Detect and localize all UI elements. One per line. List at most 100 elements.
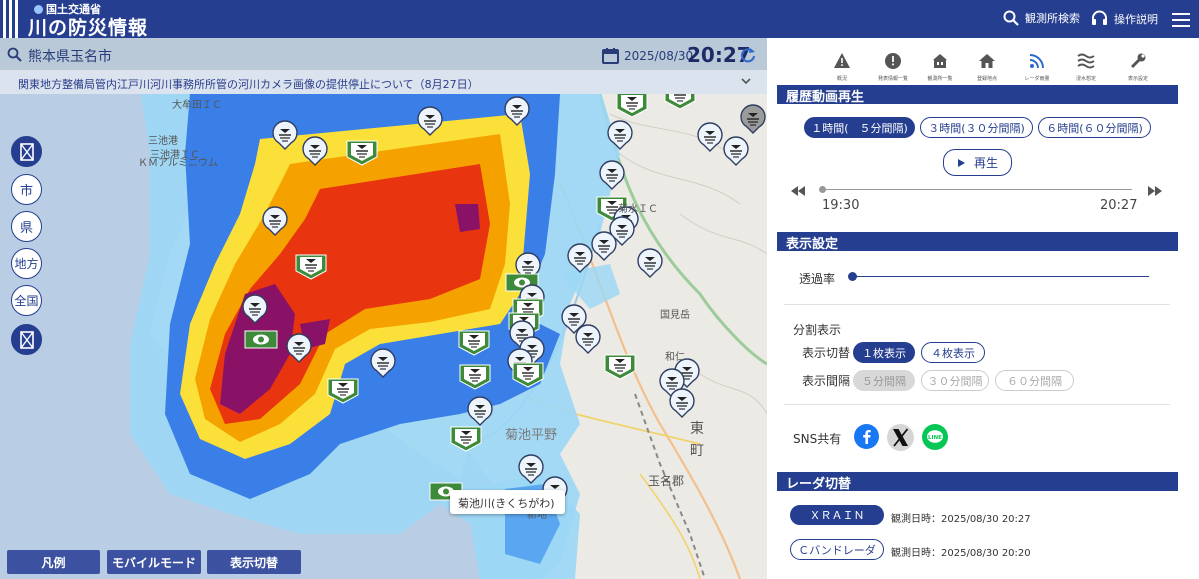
toolbar-label: 観測所一覧 <box>927 76 953 82</box>
place-label: 菊池平野 <box>505 428 558 443</box>
display-interval-label: 表示間隔 <box>802 374 851 388</box>
toolbar-flood-button[interactable]: 浸水想定 <box>1066 52 1106 82</box>
close-layer-button[interactable] <box>11 136 42 167</box>
toolbar-registered-button[interactable]: 登録地点 <box>967 52 1007 82</box>
interval-30min-button[interactable]: ３０分間隔 <box>921 370 989 391</box>
cband-observation-time: 観測日時：2025/08/30 20:20 <box>891 548 1031 559</box>
map-canvas[interactable] <box>0 94 767 579</box>
close-icon <box>19 142 34 161</box>
display-section-title: 表示設定 <box>777 232 1178 252</box>
menu-icon[interactable] <box>1172 13 1190 27</box>
location-text[interactable]: 熊本県玉名市 <box>28 46 112 66</box>
toolbar-warning-button[interactable]: 概況 <box>822 52 862 82</box>
flood-icon <box>1077 53 1095 69</box>
rewind-icon[interactable] <box>791 186 805 196</box>
history-section-title: 履歴動画再生 <box>777 85 1178 105</box>
toolbar-radar-button[interactable]: レーダ雨量 <box>1017 52 1057 82</box>
logo-stripes <box>3 0 19 38</box>
city-level-button[interactable]: 市 <box>11 174 42 205</box>
opacity-label: 透過率 <box>799 272 836 286</box>
river-tooltip: 菊池川(きくちがわ) <box>450 490 565 514</box>
chevron-down-icon[interactable] <box>740 75 752 87</box>
mobile-mode-button[interactable]: モバイルモード <box>107 550 201 574</box>
side-panel: 概況 発表情報一覧 観測所一覧 登録地点 レーダ雨量 浸水想定 表示設定 履歴動画再生 １時… <box>767 38 1199 579</box>
national-level-button[interactable]: 全国 <box>11 285 42 316</box>
close-layer-button-2[interactable] <box>11 324 42 355</box>
current-date: 2025/08/30 <box>624 49 694 63</box>
divider <box>784 404 1170 405</box>
prefecture-level-button[interactable]: 県 <box>11 211 42 242</box>
line-icon[interactable]: LINE <box>922 424 948 450</box>
time-slider[interactable] <box>819 186 1132 193</box>
legend-button[interactable]: 凡例 <box>7 550 100 574</box>
split-display-label: 分割表示 <box>793 323 842 337</box>
toolbar-label: 浸水想定 <box>1075 76 1096 82</box>
headset-icon <box>1092 10 1107 25</box>
opacity-slider[interactable] <box>848 272 1149 281</box>
opacity-slider-knob[interactable] <box>848 272 857 281</box>
station-search-button[interactable]: 観測所検索 <box>1003 10 1080 26</box>
radar-section-title: レーダ切替 <box>777 472 1178 492</box>
settings-icon <box>1130 53 1146 69</box>
cband-radar-button[interactable]: Ｃバンドレーダ <box>790 539 884 560</box>
display-switch-button[interactable]: 表示切替 <box>207 550 301 574</box>
start-time: 19:30 <box>822 198 860 213</box>
warning-icon <box>834 53 850 68</box>
registered-icon <box>979 54 995 68</box>
interval-5min-button[interactable]: ５分間隔 <box>853 370 915 391</box>
place-label: ＫＭアルミニウム <box>138 158 218 169</box>
calendar-icon[interactable] <box>602 47 619 64</box>
location-bar: 熊本県玉名市 2025/08/30 20:27 <box>0 38 767 70</box>
camera-station-marker[interactable] <box>244 330 278 349</box>
fast-forward-icon[interactable] <box>1148 186 1162 196</box>
region-level-button[interactable]: 地方 <box>11 248 42 279</box>
xrain-observation-time: 観測日時：2025/08/30 20:27 <box>891 514 1031 525</box>
toolbar-label: 表示設定 <box>1127 76 1148 82</box>
toolbar-label: レーダ雨量 <box>1024 76 1050 82</box>
map-area[interactable]: 市 県 地方 全国 大牟田ＩＣ 三池港 三池港ＩＣ ＫＭアルミニウム 菊水ＩＣ … <box>0 94 767 579</box>
place-label: 菊水ＩＣ <box>618 204 658 215</box>
divider <box>784 304 1170 305</box>
end-time: 20:27 <box>1100 198 1138 213</box>
svg-text:LINE: LINE <box>928 435 942 441</box>
place-label: 三池港 <box>148 136 178 147</box>
toolbar-settings-button[interactable]: 表示設定 <box>1118 52 1158 82</box>
station-list-icon <box>933 54 947 68</box>
x-twitter-icon[interactable] <box>887 424 914 451</box>
display-switch-label: 表示切替 <box>802 346 851 360</box>
sns-share-label: SNS共有 <box>793 432 842 446</box>
play-icon <box>957 158 965 167</box>
toolbar-label: 登録地点 <box>976 76 997 82</box>
place-label: 和仁 <box>665 352 685 363</box>
help-button[interactable]: 操作説明 <box>1091 10 1158 27</box>
notice-banner[interactable]: 関東地方整備局管内江戸川河川事務所所管の河川カメラ画像の提供停止について（8月2… <box>0 70 767 94</box>
xrain-button[interactable]: ＸＲＡＩＮ <box>790 505 884 525</box>
alert-icon <box>885 53 901 69</box>
toolbar-station-list-button[interactable]: 観測所一覧 <box>920 52 960 82</box>
place-label: 大牟田ＩＣ <box>172 100 222 111</box>
notice-text: 関東地方整備局管内江戸川河川事務所所管の河川カメラ画像の提供停止について（8月2… <box>18 78 479 91</box>
place-label: 国見岳 <box>660 310 690 321</box>
time-slider-knob[interactable] <box>819 186 826 193</box>
single-view-button[interactable]: １枚表示 <box>853 342 915 363</box>
site-title[interactable]: 川の防災情報 <box>28 13 148 40</box>
place-label: 玉名郡 <box>648 474 685 488</box>
search-icon[interactable] <box>7 47 22 62</box>
facebook-icon[interactable] <box>854 424 879 449</box>
app-header: 国土交通省 川の防災情報 観測所検索 操作説明 <box>0 0 1199 40</box>
range-3h-button[interactable]: ３時間(３０分間隔) <box>920 117 1033 138</box>
toolbar-alert-button[interactable]: 発表情報一覧 <box>873 52 913 82</box>
refresh-icon[interactable] <box>740 47 756 63</box>
range-6h-button[interactable]: ６時間(６０分間隔) <box>1038 117 1151 138</box>
range-1h-button[interactable]: １時間( ５分間隔) <box>804 117 915 138</box>
search-icon <box>1003 10 1019 26</box>
place-label: 町 <box>690 443 704 459</box>
play-button[interactable]: 再生 <box>943 149 1012 176</box>
quad-view-button[interactable]: ４枚表示 <box>921 342 985 363</box>
place-label: 東 <box>690 421 704 437</box>
interval-60min-button[interactable]: ６０分間隔 <box>995 370 1074 391</box>
close-icon <box>19 330 34 349</box>
toolbar-label: 発表情報一覧 <box>877 76 908 82</box>
radar-icon <box>1029 54 1044 69</box>
toolbar-label: 概況 <box>836 76 847 82</box>
